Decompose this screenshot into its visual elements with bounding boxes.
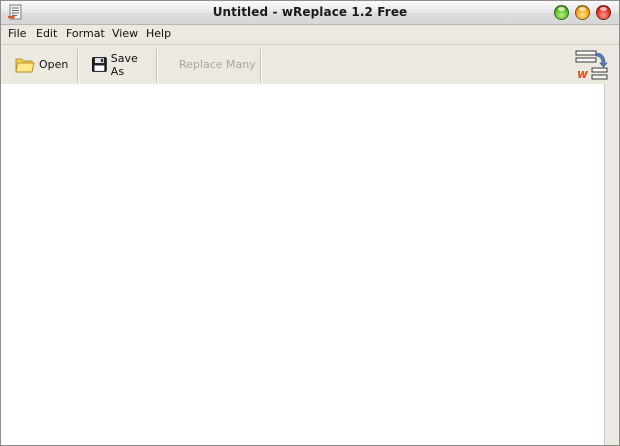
logo-letter: w: [577, 67, 589, 80]
title-bar[interactable]: Untitled - wReplace 1.2 Free: [1, 1, 619, 25]
close-button[interactable]: [596, 5, 611, 20]
minimize-button[interactable]: [575, 5, 590, 20]
app-window: Untitled - wReplace 1.2 Free File Edit F…: [0, 0, 620, 446]
toolbar-separator: [260, 49, 262, 82]
replace-many-button[interactable]: Replace Many: [179, 45, 259, 84]
menu-bar: File Edit Format View Help: [1, 25, 619, 44]
document-textarea[interactable]: [1, 84, 604, 445]
menu-edit[interactable]: Edit: [36, 27, 57, 40]
menu-format[interactable]: Format: [66, 27, 105, 40]
open-button[interactable]: Open: [15, 45, 75, 84]
open-label: Open: [39, 58, 69, 71]
menu-file[interactable]: File: [8, 27, 26, 40]
folder-icon: [15, 58, 35, 72]
floppy-disk-icon: [92, 57, 107, 72]
save-as-button[interactable]: Save As: [92, 45, 154, 84]
menu-help[interactable]: Help: [146, 27, 171, 40]
toolbar-separator: [156, 49, 158, 82]
menu-view[interactable]: View: [112, 27, 138, 40]
text-editor-area[interactable]: [1, 84, 605, 445]
toolbar-separator: [77, 49, 79, 82]
replace-many-label: Replace Many: [179, 58, 256, 71]
wreplace-logo-icon: w: [575, 50, 608, 80]
vertical-scrollbar-track[interactable]: [605, 84, 619, 445]
window-title: Untitled - wReplace 1.2 Free: [212, 5, 408, 19]
save-as-label: Save As: [110, 51, 138, 78]
maximize-button[interactable]: [554, 5, 569, 20]
toolbar: Open Save As Replace Many w: [1, 44, 619, 85]
